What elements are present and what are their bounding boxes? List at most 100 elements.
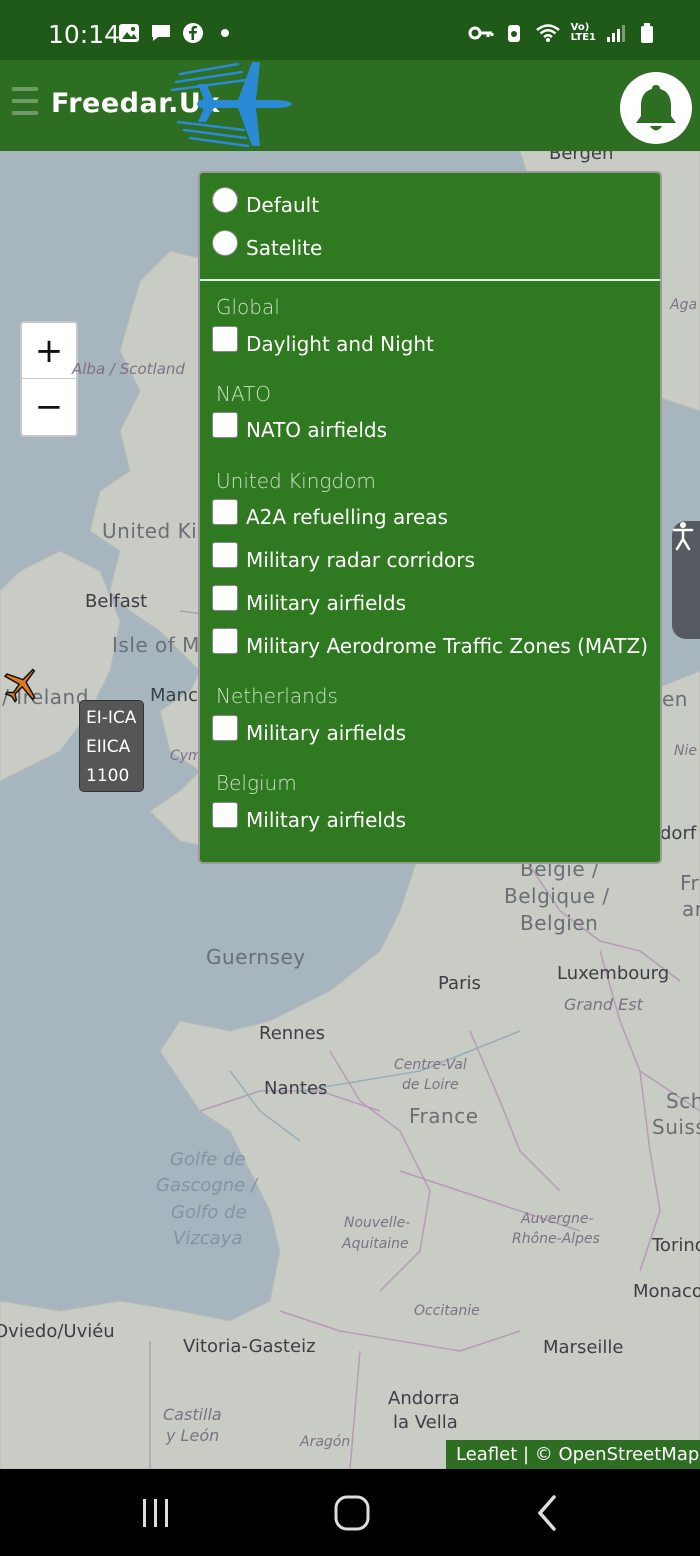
facebook-icon (183, 23, 203, 43)
map-label-golfe: Golfe de (170, 1149, 246, 1170)
message-icon (152, 25, 170, 41)
bell-icon (636, 85, 676, 131)
be-military-airfields-label: Military airfields (246, 808, 407, 832)
group-label-global: Global (216, 295, 280, 319)
map-label-rennes: Rennes (259, 1023, 326, 1044)
map-label-marseille: Marseille (543, 1337, 624, 1358)
map-label-aragon: Aragón (300, 1434, 351, 1450)
map-label-grand-est: Grand Est (564, 995, 643, 1014)
uk-a2a-refuelling-label: A2A refuelling areas (246, 505, 448, 529)
map-label-y-leon: y León (166, 1426, 220, 1445)
group-label-united-kingdom: United Kingdom (216, 469, 376, 493)
overlay-uk-a2a-refuelling[interactable]: A2A refuelling areas (212, 499, 448, 529)
map-label-guernsey: Guernsey (206, 945, 306, 969)
layer-control-panel: Default Satelite Global Daylight and Nig… (198, 171, 662, 864)
map-label-suisse: Suisse/ (652, 1115, 700, 1139)
overlay-uk-radar-corridors[interactable]: Military radar corridors (212, 542, 475, 572)
daylight-night-checkbox[interactable] (212, 326, 238, 352)
uk-radar-corridors-checkbox[interactable] (212, 542, 238, 568)
default-radio[interactable] (212, 187, 238, 213)
map-label-oviedo: Oviedo/Uviéu (0, 1321, 115, 1342)
default-label: Default (246, 193, 320, 217)
zoom-control: + − (20, 321, 78, 437)
map-label-andorra: Andorra (388, 1388, 460, 1409)
panel-divider (200, 279, 660, 281)
hamburger-icon[interactable] (12, 87, 38, 121)
daylight-night-label: Daylight and Night (246, 332, 434, 356)
aircraft-icon[interactable] (0, 664, 44, 704)
aircraft-altitude: 1100 (86, 766, 130, 786)
map-label-bergen: Bergen (549, 151, 614, 164)
map-label-an: an (682, 897, 700, 921)
overlay-nl-military-airfields[interactable]: Military airfields (212, 715, 406, 745)
map-label-belgique: Belgique / (504, 884, 610, 908)
map-attribution[interactable]: Leaflet | © OpenStreetMap (446, 1440, 700, 1469)
aircraft-callsign: EIICA (86, 737, 131, 757)
map-label-nie: Nie (674, 743, 697, 759)
dot-icon (221, 29, 229, 37)
map-label-schweiz: Schweiz (666, 1089, 700, 1113)
map-label-belgien: Belgien (520, 911, 599, 935)
layer-option-satellite[interactable]: Satelite (212, 230, 322, 260)
home-icon[interactable] (330, 1491, 374, 1535)
map-label-alba: Alba / Scotland (72, 360, 185, 378)
map-label-aquitaine: Aquitaine (342, 1236, 409, 1252)
notification-button[interactable] (620, 72, 692, 144)
map-label-vitoria: Vitoria-Gasteiz (183, 1336, 316, 1357)
map-label-torino: Torino (652, 1235, 700, 1256)
plane-logo-icon (170, 62, 292, 148)
signal-icon (607, 25, 625, 42)
map-label-castilla: Castilla (163, 1405, 222, 1424)
map-label-luxembourg: Luxembourg (557, 963, 670, 984)
satellite-radio[interactable] (212, 230, 238, 256)
map-label-nouvelle: Nouvelle- (344, 1215, 411, 1231)
map-label-dorf: dorf (660, 823, 697, 844)
map-label-la-vella: la Vella (393, 1412, 458, 1433)
system-nav-bar (0, 1469, 700, 1556)
map-label-en: en (662, 687, 688, 711)
status-system-icons: Vo) LTE1 (468, 22, 658, 44)
nato-airfields-label: NATO airfields (246, 418, 388, 442)
wifi-icon (535, 24, 560, 42)
uk-military-airfields-checkbox[interactable] (212, 585, 238, 611)
zoom-in-button[interactable]: + (22, 323, 76, 379)
map-label-auvergne: Auvergne- (521, 1211, 594, 1227)
map-label-golfo: Golfo de (171, 1202, 247, 1223)
group-label-belgium: Belgium (216, 771, 297, 795)
overlay-uk-matz[interactable]: Military Aerodrome Traffic Zones (MATZ) (212, 628, 648, 658)
map-label-rhone: Rhône-Alpes (512, 1231, 600, 1247)
nl-military-airfields-checkbox[interactable] (212, 715, 238, 741)
map-label-centre-val: Centre-Val (394, 1057, 467, 1073)
map-label-belfast: Belfast (85, 591, 148, 612)
zoom-out-button[interactable]: − (22, 379, 76, 435)
layer-option-default[interactable]: Default (212, 187, 320, 217)
map-label-fra: Fra (680, 871, 700, 895)
map-label-paris: Paris (438, 973, 481, 994)
status-notification-icons (118, 22, 236, 44)
key-icon (468, 26, 494, 40)
back-icon[interactable] (526, 1491, 570, 1535)
overlay-nato-airfields[interactable]: NATO airfields (212, 412, 388, 442)
uk-a2a-refuelling-checkbox[interactable] (212, 499, 238, 525)
accessibility-tab[interactable] (672, 521, 700, 639)
recent-apps-icon[interactable] (134, 1491, 178, 1535)
overlay-daylight-night[interactable]: Daylight and Night (212, 326, 434, 356)
overlay-uk-military-airfields[interactable]: Military airfields (212, 585, 407, 615)
map-label-vizcaya: Vizcaya (173, 1228, 243, 1249)
uk-radar-corridors-label: Military radar corridors (246, 548, 475, 572)
uk-military-airfields-label: Military airfields (246, 591, 407, 615)
map-label-nantes: Nantes (264, 1078, 328, 1099)
aircraft-tooltip[interactable]: EI-ICA EIICA 1100 (79, 700, 144, 792)
status-bar: 10:14 Vo) LTE1 (0, 0, 700, 60)
battery-saver-icon (507, 25, 520, 42)
battery-icon (641, 23, 653, 43)
group-label-netherlands: Netherlands (216, 684, 338, 708)
be-military-airfields-checkbox[interactable] (212, 802, 238, 828)
lte-label: LTE1 (570, 32, 596, 43)
overlay-be-military-airfields[interactable]: Military airfields (212, 802, 407, 832)
aircraft-registration: EI-ICA (86, 708, 137, 728)
nato-airfields-checkbox[interactable] (212, 412, 238, 438)
map-label-aga: Aga (670, 297, 698, 313)
uk-matz-checkbox[interactable] (212, 628, 238, 654)
map-label-de-loire: de Loire (402, 1077, 459, 1093)
